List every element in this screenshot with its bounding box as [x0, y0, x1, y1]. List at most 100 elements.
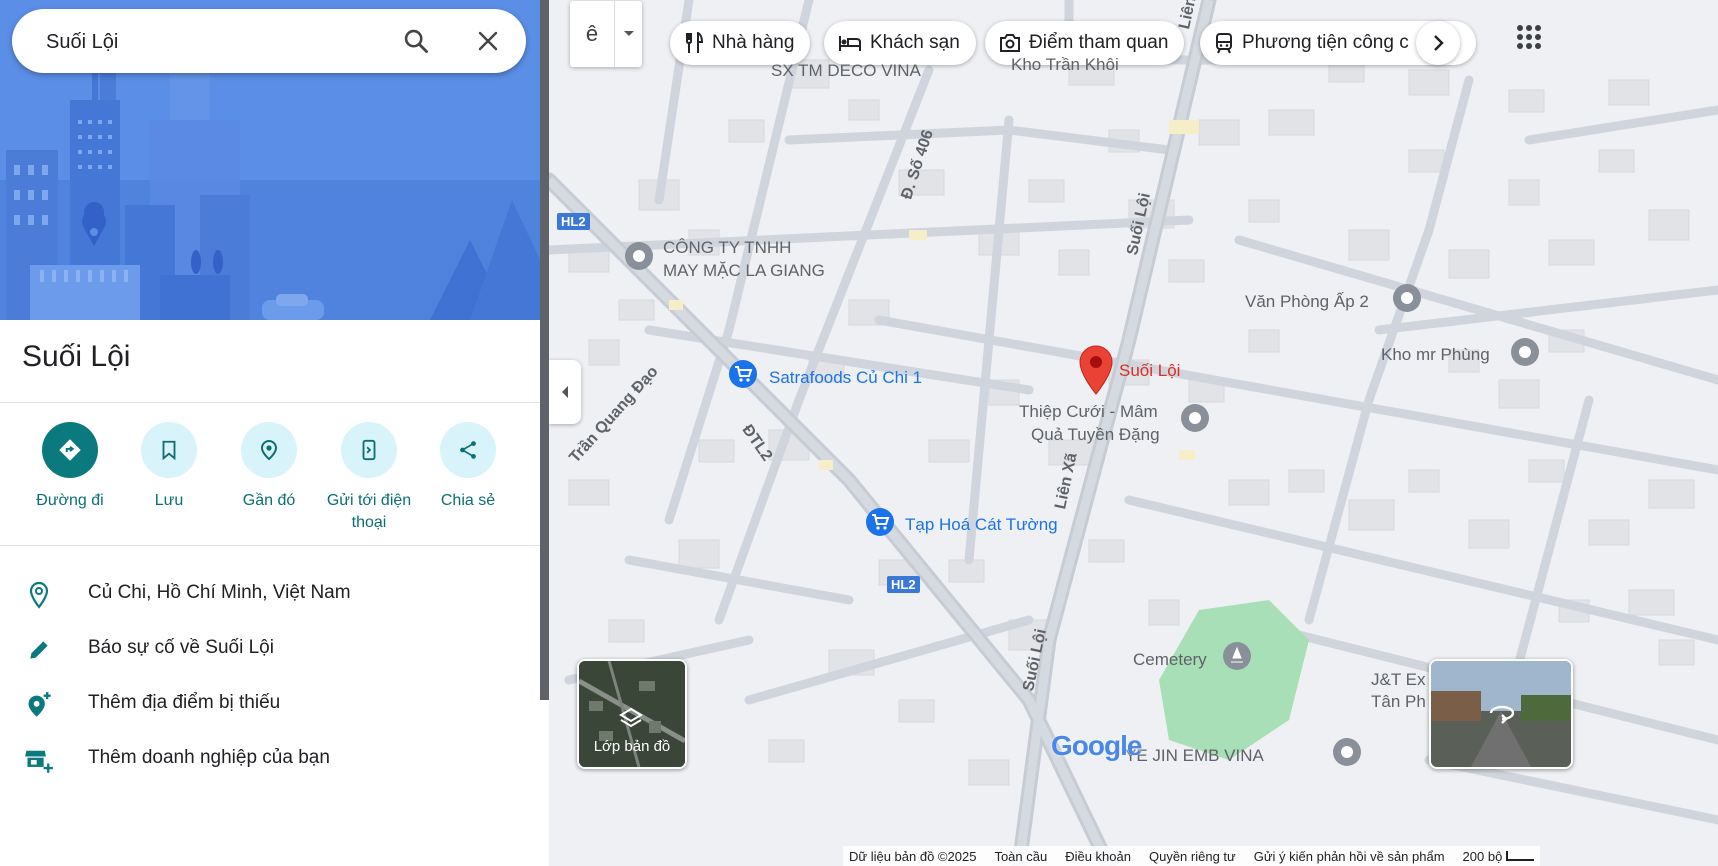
chip-restaurants-label: Nhà hàng	[712, 32, 795, 53]
close-icon	[478, 31, 498, 51]
save-button[interactable]: Lưu	[119, 422, 219, 512]
chip-hotels-label: Khách sạn	[870, 32, 960, 53]
scale-bar	[1506, 851, 1535, 861]
search-box	[12, 9, 526, 73]
address-row[interactable]: Củ Chi, Hồ Chí Minh, Việt Nam	[0, 568, 540, 620]
poi-marker-icon[interactable]	[1331, 736, 1363, 768]
shopping-cart-icon[interactable]	[727, 358, 759, 390]
divider	[0, 545, 540, 546]
hotel-icon	[839, 36, 861, 51]
poi-label-la-giang-2[interactable]: MAY MẶC LA GIANG	[663, 260, 825, 281]
poi-label-kho-mr-phung[interactable]: Kho mr Phùng	[1381, 344, 1490, 365]
terms-link[interactable]: Điều khoản	[1065, 849, 1131, 864]
send-to-phone-label: Gửi tới điện thoại	[326, 492, 412, 531]
chevron-left-icon	[562, 386, 568, 398]
google-logo: Google	[1051, 730, 1142, 762]
nearby-button[interactable]: Gần đó	[219, 422, 319, 512]
bookmark-icon	[162, 440, 176, 461]
poi-label-thiep-cuoi-1[interactable]: Thiệp Cưới - Mâm	[1019, 401, 1158, 422]
global-link[interactable]: Toàn cầu	[994, 849, 1047, 864]
poi-marker-icon[interactable]	[1179, 402, 1211, 434]
layers-icon	[619, 707, 643, 728]
add-business-icon	[25, 750, 53, 773]
shopping-cart-icon[interactable]	[864, 506, 896, 538]
panel-scrollbar[interactable]	[540, 0, 549, 700]
road-shield-hl2: HL2	[887, 576, 920, 593]
chip-hotels[interactable]: Khách sạn	[824, 21, 976, 65]
add-missing-place-row[interactable]: Thêm địa điểm bị thiếu	[0, 678, 540, 730]
google-logo-text: Google	[1051, 730, 1142, 761]
layers-label: Lớp bản đồ	[593, 738, 671, 755]
chip-restaurants[interactable]: Nhà hàng	[670, 21, 811, 65]
cemetery-icon[interactable]	[1221, 640, 1253, 672]
search-icon	[404, 29, 428, 53]
add-business-text: Thêm doanh nghiệp của bạn	[88, 747, 330, 768]
poi-label-suoi-loi[interactable]: Suối Lội	[1119, 360, 1180, 381]
poi-label-deco-vina[interactable]: SX TM DECO VINA	[771, 60, 921, 81]
poi-label-satrafoods[interactable]: Satrafoods Củ Chi 1	[769, 367, 922, 388]
selected-place-pin-icon[interactable]	[1077, 344, 1115, 396]
nearby-icon	[260, 439, 278, 461]
chips-next-button[interactable]	[1416, 21, 1460, 65]
share-label: Chia sẻ	[440, 492, 496, 509]
place-panel: Suối Lội Đường đi Lưu Gần đó Gửi tới điệ…	[0, 0, 540, 866]
poi-marker-icon[interactable]	[1391, 282, 1423, 314]
privacy-link[interactable]: Quyền riêng tư	[1149, 849, 1236, 864]
attribution-bar: Dữ liệu bản đồ ©2025 Toàn cầu Điều khoản…	[843, 846, 1541, 866]
restaurant-icon	[686, 32, 704, 53]
scale-label[interactable]: 200 bộ	[1463, 849, 1503, 864]
divider	[0, 402, 540, 403]
directions-icon	[59, 439, 81, 461]
directions-label: Đường đi	[36, 492, 104, 509]
camera-icon	[1000, 34, 1020, 52]
save-label: Lưu	[154, 492, 184, 509]
feedback-link[interactable]: Gửi ý kiến phản hồi về sản phẩm	[1254, 849, 1445, 864]
rotate-360-icon	[1489, 705, 1515, 724]
chip-attractions-label: Điểm tham quan	[1029, 32, 1169, 53]
poi-label-cemetery[interactable]: Cemetery	[1133, 649, 1207, 670]
report-issue-text: Báo sự cố về Suối Lội	[88, 637, 274, 658]
poi-label-tap-hoa-cat-tuong[interactable]: Tạp Hoá Cát Tường	[905, 514, 1058, 535]
add-business-row[interactable]: Thêm doanh nghiệp của bạn	[0, 733, 540, 785]
map-data-credit: Dữ liệu bản đồ ©2025	[849, 848, 977, 864]
location-pin-icon	[29, 581, 49, 609]
transit-icon	[1216, 33, 1232, 54]
collapse-panel-button[interactable]	[549, 360, 581, 424]
poi-label-thiep-cuoi-2[interactable]: Quả Tuyền Đặng	[1031, 424, 1160, 445]
clear-search-button[interactable]	[468, 23, 508, 59]
directions-button[interactable]: Đường đi	[20, 422, 120, 512]
poi-label-jt-express-2[interactable]: Tân Ph	[1371, 691, 1426, 712]
poi-label-van-phong-ap-2[interactable]: Văn Phòng Ấp 2	[1245, 291, 1369, 312]
street-view-thumbnail[interactable]	[1429, 659, 1573, 769]
map-canvas[interactable]: ê Nhà hàng Khách sạn Điểm tham quan Phươ…	[549, 0, 1718, 866]
nearby-label: Gần đó	[242, 492, 296, 509]
search-input[interactable]	[44, 23, 378, 61]
dropdown-arrow-icon	[624, 31, 634, 36]
share-icon	[460, 441, 476, 459]
search-button[interactable]	[396, 23, 436, 59]
phone-send-icon	[362, 439, 376, 461]
poi-label-kho-tran-khoi[interactable]: Kho Trần Khôi	[1011, 54, 1119, 75]
poi-marker-icon[interactable]	[623, 240, 655, 276]
address-text: Củ Chi, Hồ Chí Minh, Việt Nam	[88, 582, 351, 603]
poi-label-ye-jin-emb[interactable]: YE JIN EMB VINA	[1125, 745, 1264, 766]
pencil-icon	[30, 641, 48, 659]
chevron-right-icon	[1434, 35, 1444, 51]
poi-marker-icon[interactable]	[1509, 336, 1541, 368]
chip-transit-label: Phương tiện công c	[1242, 32, 1409, 53]
layers-button[interactable]: Lớp bản đồ	[577, 659, 687, 769]
report-issue-row[interactable]: Báo sự cố về Suối Lội	[0, 623, 540, 675]
road-shield-hl2: HL2	[557, 213, 590, 230]
input-mode-toggle: ê	[570, 1, 642, 67]
apps-grid-icon	[1517, 25, 1541, 49]
share-button[interactable]: Chia sẻ	[418, 422, 518, 512]
add-location-icon	[28, 692, 51, 717]
input-mode-button[interactable]: ê	[570, 1, 614, 67]
poi-label-la-giang-1[interactable]: CÔNG TY TNHH	[663, 237, 791, 258]
add-missing-place-text: Thêm địa điểm bị thiếu	[88, 692, 281, 713]
poi-label-jt-express-1[interactable]: J&T Ex	[1371, 669, 1425, 690]
send-to-phone-button[interactable]: Gửi tới điện thoại	[319, 422, 419, 534]
input-mode-dropdown[interactable]	[614, 1, 643, 67]
apps-button[interactable]	[1516, 24, 1542, 50]
place-title: Suối Lội	[22, 340, 131, 373]
